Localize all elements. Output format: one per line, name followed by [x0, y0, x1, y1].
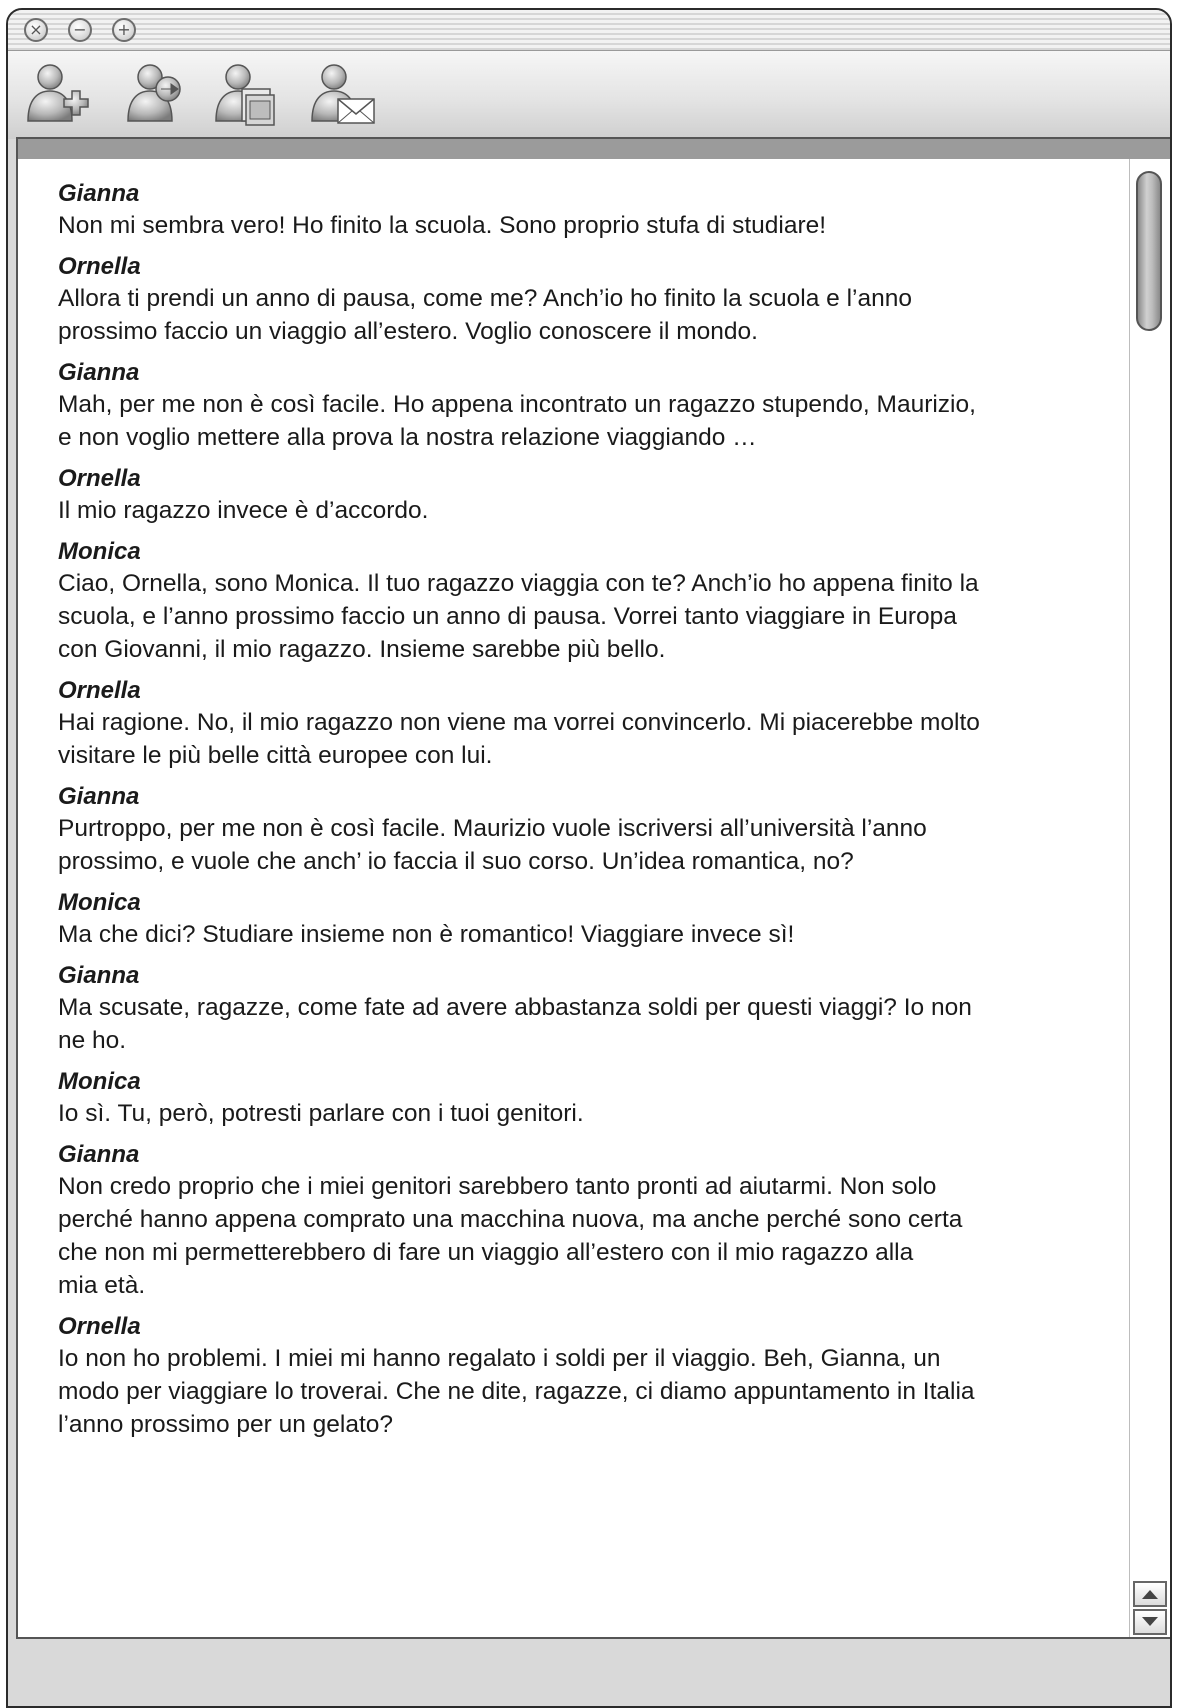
- message-line: Io sì. Tu, però, potresti parlare con i …: [58, 1100, 584, 1127]
- chat-message: Gianna Purtroppo, per me non è così faci…: [58, 782, 1058, 878]
- message-line: Purtroppo, per me non è così facile. Mau…: [58, 815, 927, 842]
- chat-message: Ornella Il mio ragazzo invece è d’accord…: [58, 464, 1058, 527]
- message-line: Non mi sembra vero! Ho finito la scuola.…: [58, 212, 827, 239]
- chat-message: Ornella Allora ti prendi un anno di paus…: [58, 252, 1058, 348]
- message-line: Ma che dici? Studiare insieme non è roma…: [58, 921, 795, 948]
- chat-message: Gianna Mah, per me non è così facile. Ho…: [58, 358, 1058, 454]
- message-line: prossimo faccio un viaggio all’estero. V…: [58, 318, 758, 345]
- speaker-name: Monica: [58, 538, 141, 565]
- speaker-name: Monica: [58, 889, 141, 916]
- scroll-down-button[interactable]: [1133, 1609, 1167, 1635]
- send-to-contact-icon: [127, 64, 181, 122]
- chat-message: Monica Ciao, Ornella, sono Monica. Il tu…: [58, 537, 1058, 666]
- message-line: prossimo, e vuole che anch’ io faccia il…: [58, 848, 854, 875]
- close-window-button[interactable]: ×: [24, 18, 48, 42]
- add-contact-icon: [27, 64, 89, 122]
- share-screen-contact-button[interactable]: [212, 59, 282, 129]
- message-line: scuola, e l’anno prossimo faccio un anno…: [58, 603, 957, 630]
- speaker-name: Gianna: [58, 1141, 140, 1168]
- chat-message: Monica Io sì. Tu, però, potresti parlare…: [58, 1067, 1058, 1130]
- message-line: Ma scusate, ragazze, come fate ad avere …: [58, 994, 972, 1021]
- add-contact-button[interactable]: [20, 59, 90, 129]
- email-contact-icon: [311, 64, 375, 124]
- scroll-thumb[interactable]: [1136, 171, 1162, 331]
- chat-message: Monica Ma che dici? Studiare insieme non…: [58, 888, 1058, 951]
- message-line: con Giovanni, il mio ragazzo. Insieme sa…: [58, 636, 666, 663]
- zoom-window-button[interactable]: +: [112, 18, 136, 42]
- separator-bar: [16, 137, 1170, 161]
- speaker-name: Ornella: [58, 677, 141, 704]
- message-line: mia età.: [58, 1272, 146, 1299]
- message-line: che non mi permetterebbero di fare un vi…: [58, 1239, 914, 1266]
- message-line: Non credo proprio che i miei genitori sa…: [58, 1173, 937, 1200]
- message-line: Mah, per me non è così facile. Ho appena…: [58, 391, 976, 418]
- speaker-name: Gianna: [58, 783, 140, 810]
- chat-message: Gianna Non credo proprio che i miei geni…: [58, 1140, 1058, 1302]
- chat-message: Ornella Hai ragione. No, il mio ragazzo …: [58, 676, 1058, 772]
- zoom-icon: +: [117, 20, 131, 39]
- message-line: modo per viaggiare lo troverai. Che ne d…: [58, 1378, 975, 1405]
- arrow-up-icon: [1142, 1590, 1158, 1599]
- chat-message: Gianna Ma scusate, ragazze, come fate ad…: [58, 961, 1058, 1057]
- scroll-up-button[interactable]: [1133, 1581, 1167, 1607]
- minimize-icon: −: [73, 20, 87, 39]
- vertical-scrollbar[interactable]: [1129, 159, 1170, 1637]
- message-line: Il mio ragazzo invece è d’accordo.: [58, 497, 429, 524]
- chat-message: Ornella Io non ho problemi. I miei mi ha…: [58, 1312, 1058, 1441]
- message-line: Io non ho problemi. I miei mi hanno rega…: [58, 1345, 941, 1372]
- toolbar: [8, 51, 1170, 139]
- arrow-down-icon: [1142, 1617, 1158, 1626]
- close-icon: ×: [29, 20, 43, 39]
- message-line: l’anno prossimo per un gelato?: [58, 1411, 394, 1438]
- message-line: Hai ragione. No, il mio ragazzo non vien…: [58, 709, 980, 736]
- speaker-name: Ornella: [58, 465, 141, 492]
- speaker-name: Ornella: [58, 1313, 141, 1340]
- message-line: visitare le più belle città europee con …: [58, 742, 493, 769]
- speaker-name: Gianna: [58, 359, 140, 386]
- speaker-name: Gianna: [58, 962, 140, 989]
- speaker-name: Ornella: [58, 253, 141, 280]
- message-line: Allora ti prendi un anno di pausa, come …: [58, 285, 912, 312]
- message-line: e non voglio mettere alla prova la nostr…: [58, 424, 757, 451]
- chat-transcript: Gianna Non mi sembra vero! Ho finito la …: [16, 159, 1170, 1639]
- chat-message: Gianna Non mi sembra vero! Ho finito la …: [58, 179, 1058, 242]
- minimize-window-button[interactable]: −: [68, 18, 92, 42]
- message-list: Gianna Non mi sembra vero! Ho finito la …: [58, 179, 1058, 1451]
- share-screen-contact-icon: [215, 64, 275, 126]
- message-line: ne ho.: [58, 1027, 127, 1054]
- email-contact-button[interactable]: [308, 59, 378, 129]
- chat-window: × − + Gianna Non mi sembra vero! Ho fini…: [6, 8, 1172, 1708]
- send-to-contact-button[interactable]: [118, 59, 188, 129]
- message-line: Ciao, Ornella, sono Monica. Il tuo ragaz…: [58, 570, 979, 597]
- message-line: perché hanno appena comprato una macchin…: [58, 1206, 963, 1233]
- title-bar: × − +: [8, 10, 1170, 51]
- speaker-name: Gianna: [58, 180, 140, 207]
- speaker-name: Monica: [58, 1068, 141, 1095]
